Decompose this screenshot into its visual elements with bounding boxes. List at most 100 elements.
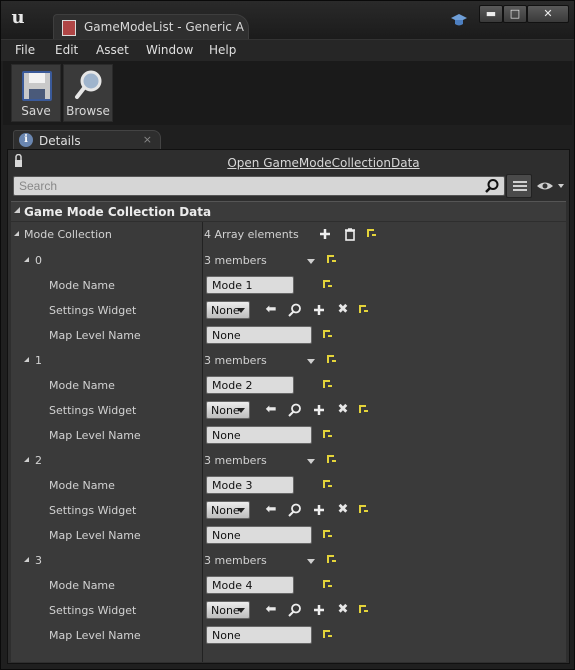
clear-icon[interactable]: ✖ [335, 302, 351, 318]
create-new-icon[interactable] [311, 502, 327, 518]
reset-to-default-icon[interactable] [323, 580, 332, 588]
array-element-row: 3 3 members [11, 548, 566, 573]
reset-to-default-icon[interactable] [323, 380, 332, 388]
menu-edit[interactable]: Edit [55, 43, 78, 57]
map-level-name-row: Map Level Name None [11, 623, 566, 648]
menu-file[interactable]: File [15, 43, 35, 57]
map-level-name-field[interactable]: None [206, 526, 312, 544]
reset-to-default-icon[interactable] [323, 280, 332, 288]
save-button[interactable]: Save [11, 64, 61, 122]
menu-window[interactable]: Window [146, 43, 193, 57]
menu-help[interactable]: Help [209, 43, 236, 57]
minimize-button[interactable]: ▬ [479, 5, 503, 23]
reset-to-default-icon[interactable] [327, 355, 336, 363]
settings-widget-select[interactable]: None [206, 301, 250, 319]
members-count: 3 members [204, 354, 267, 367]
settings-widget-select[interactable]: None [206, 601, 250, 619]
use-selected-arrow-icon[interactable]: ⬅ [263, 402, 279, 418]
collapse-arrow-icon[interactable] [14, 207, 20, 213]
open-asset-link[interactable]: Open GameModeCollectionData [227, 156, 419, 170]
map-level-name-field[interactable]: None [206, 626, 312, 644]
members-count: 3 members [204, 454, 267, 467]
element-index: 3 [35, 554, 42, 567]
element-menu-arrow-icon[interactable] [307, 259, 315, 264]
search-input[interactable] [14, 177, 474, 195]
reset-to-default-icon[interactable] [323, 530, 332, 538]
info-icon: i [19, 133, 33, 147]
browse-button[interactable]: Browse [63, 64, 113, 122]
settings-widget-select[interactable]: None [206, 401, 250, 419]
element-menu-arrow-icon[interactable] [307, 459, 315, 464]
reset-to-default-icon[interactable] [327, 255, 336, 263]
expand-arrow-icon[interactable] [24, 557, 29, 562]
close-tab-icon[interactable]: × [143, 133, 152, 146]
chevron-down-icon [237, 508, 245, 513]
settings-widget-label: Settings Widget [49, 304, 137, 317]
view-options-eye-icon[interactable] [536, 180, 566, 192]
browse-asset-icon[interactable] [287, 402, 303, 418]
expand-arrow-icon[interactable] [24, 457, 29, 462]
element-menu-arrow-icon[interactable] [307, 359, 315, 364]
reset-to-default-icon[interactable] [323, 480, 332, 488]
map-level-name-label: Map Level Name [49, 529, 141, 542]
chevron-down-icon [237, 608, 245, 613]
reset-to-default-icon[interactable] [359, 305, 368, 313]
settings-widget-value: None [211, 304, 240, 317]
mode-name-field[interactable]: Mode 4 [206, 576, 294, 594]
browse-label: Browse [66, 104, 110, 118]
browse-asset-icon[interactable] [287, 602, 303, 618]
search-icon[interactable] [484, 178, 500, 194]
clear-icon[interactable]: ✖ [335, 502, 351, 518]
expand-arrow-icon[interactable] [14, 231, 19, 236]
use-selected-arrow-icon[interactable]: ⬅ [263, 302, 279, 318]
graduation-cap-icon[interactable] [451, 13, 467, 27]
mode-name-field[interactable]: Mode 2 [206, 376, 294, 394]
use-selected-arrow-icon[interactable]: ⬅ [263, 602, 279, 618]
use-selected-arrow-icon[interactable]: ⬅ [263, 502, 279, 518]
delete-all-icon[interactable] [342, 226, 358, 242]
settings-widget-label: Settings Widget [49, 404, 137, 417]
expand-arrow-icon[interactable] [24, 357, 29, 362]
create-new-icon[interactable] [311, 402, 327, 418]
reset-to-default-icon[interactable] [327, 555, 336, 563]
map-level-name-field[interactable]: None [206, 326, 312, 344]
reset-to-default-icon[interactable] [359, 405, 368, 413]
reset-to-default-icon[interactable] [323, 430, 332, 438]
element-menu-arrow-icon[interactable] [307, 559, 315, 564]
mode-name-field[interactable]: Mode 1 [206, 276, 294, 294]
category-header[interactable]: Game Mode Collection Data [11, 201, 566, 221]
settings-widget-row: Settings Widget None ⬅ ✖ [11, 298, 566, 323]
details-tab[interactable]: i Details × [13, 130, 161, 150]
reset-to-default-icon[interactable] [359, 505, 368, 513]
clear-icon[interactable]: ✖ [335, 402, 351, 418]
browse-asset-icon[interactable] [287, 502, 303, 518]
mode-name-field[interactable]: Mode 3 [206, 476, 294, 494]
property-matrix-button[interactable] [506, 174, 532, 198]
element-index: 1 [35, 354, 42, 367]
map-level-name-field[interactable]: None [206, 426, 312, 444]
settings-widget-label: Settings Widget [49, 604, 137, 617]
browse-asset-icon[interactable] [287, 302, 303, 318]
grid-icon [513, 181, 527, 193]
create-new-icon[interactable] [311, 302, 327, 318]
mode-collection-row: Mode Collection 4 Array elements [11, 222, 566, 247]
reset-to-default-icon[interactable] [323, 630, 332, 638]
clear-icon[interactable]: ✖ [335, 602, 351, 618]
mode-name-row: Mode Name Mode 3 [11, 473, 566, 498]
reset-to-default-icon[interactable] [359, 605, 368, 613]
menu-asset[interactable]: Asset [96, 43, 129, 57]
close-window-button[interactable]: ✕ [527, 5, 569, 23]
create-new-icon[interactable] [311, 602, 327, 618]
settings-widget-label: Settings Widget [49, 504, 137, 517]
reset-to-default-icon[interactable] [327, 455, 336, 463]
document-tab[interactable]: GameModeList - Generic A [53, 14, 249, 40]
add-element-icon[interactable] [317, 226, 333, 242]
maximize-button[interactable]: □ [503, 5, 527, 23]
reset-to-default-icon[interactable] [367, 229, 376, 237]
settings-widget-row: Settings Widget None ⬅ ✖ [11, 498, 566, 523]
reset-to-default-icon[interactable] [323, 330, 332, 338]
mode-name-row: Mode Name Mode 4 [11, 573, 566, 598]
expand-arrow-icon[interactable] [24, 257, 29, 262]
unreal-logo-icon[interactable]: u [7, 6, 29, 30]
settings-widget-select[interactable]: None [206, 501, 250, 519]
